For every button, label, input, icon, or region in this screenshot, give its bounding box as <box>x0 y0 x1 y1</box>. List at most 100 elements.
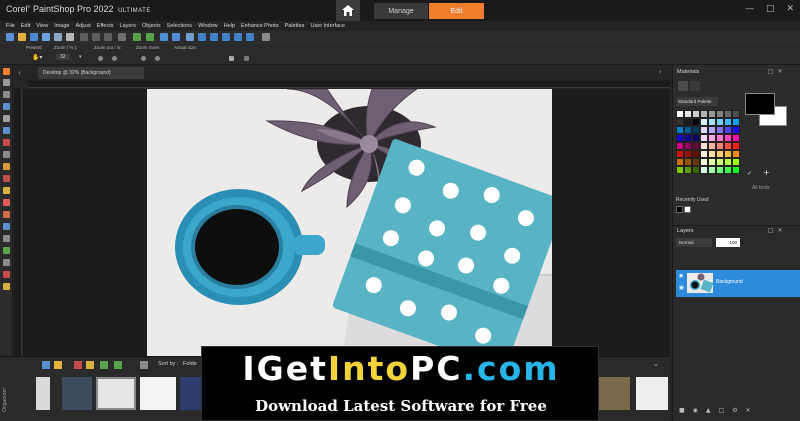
duplicate-icon[interactable]: □ <box>719 407 725 417</box>
frame-mode-icon[interactable] <box>678 81 688 91</box>
rainbow-mode-icon[interactable] <box>690 81 700 91</box>
color-swatch[interactable] <box>716 166 724 174</box>
color-swatch[interactable] <box>724 118 732 126</box>
red-eye-tool-icon[interactable] <box>3 139 10 146</box>
histogram-icon[interactable] <box>246 33 254 41</box>
color-swatch[interactable] <box>732 142 740 150</box>
color-swatch[interactable] <box>708 142 716 150</box>
menu-file[interactable]: File <box>6 23 15 29</box>
color-swatch[interactable] <box>692 134 700 142</box>
mask-icon[interactable]: ◉ <box>693 407 698 417</box>
color-swatch[interactable] <box>700 134 708 142</box>
color-swatch[interactable] <box>724 126 732 134</box>
color-swatch[interactable] <box>676 150 684 158</box>
eraser-tool-icon[interactable] <box>3 199 10 206</box>
redo-organizer-icon[interactable] <box>114 361 122 369</box>
color-swatch[interactable] <box>692 166 700 174</box>
color-swatch[interactable] <box>684 158 692 166</box>
color-swatch[interactable] <box>684 134 692 142</box>
color-swatch[interactable] <box>700 150 708 158</box>
edit-icon[interactable] <box>86 361 94 369</box>
edit-swatch-icon[interactable]: ✓ <box>747 170 752 177</box>
menu-layers[interactable]: Layers <box>120 23 137 29</box>
thumbnail[interactable] <box>36 377 50 410</box>
color-swatch[interactable] <box>724 142 732 150</box>
color-swatch[interactable] <box>692 158 700 166</box>
menu-selections[interactable]: Selections <box>167 23 192 29</box>
color-swatch[interactable] <box>732 126 740 134</box>
color-swatch[interactable] <box>716 134 724 142</box>
dodge-tool-icon[interactable] <box>3 211 10 218</box>
crop-tool-icon[interactable] <box>3 115 10 122</box>
rotate-icon[interactable] <box>210 33 218 41</box>
properties-icon[interactable]: ⚙ <box>732 407 737 417</box>
color-swatch[interactable] <box>676 142 684 150</box>
color-swatch[interactable] <box>700 158 708 166</box>
color-swatch[interactable] <box>716 142 724 150</box>
image-canvas[interactable] <box>147 89 552 356</box>
chevron-right-icon[interactable]: › <box>659 68 662 76</box>
color-swatch[interactable] <box>676 110 684 118</box>
all-tools-checkbox[interactable]: All tools <box>752 185 770 191</box>
color-swatch[interactable] <box>732 134 740 142</box>
paste-icon[interactable] <box>104 33 112 41</box>
color-swatch[interactable] <box>676 166 684 174</box>
minimize-icon[interactable]: □ <box>768 227 778 234</box>
color-swatch[interactable] <box>708 118 716 126</box>
zoom-in-button[interactable] <box>112 56 117 61</box>
chevron-down-icon[interactable]: ⌄ <box>653 360 659 368</box>
recent-color-swatch[interactable] <box>676 206 683 213</box>
menu-palettes[interactable]: Palettes <box>285 23 305 29</box>
color-swatch[interactable] <box>716 158 724 166</box>
group-icon[interactable]: ▲ <box>706 407 711 417</box>
new-layer-icon[interactable]: ■ <box>679 407 685 417</box>
makeover-tool-icon[interactable] <box>3 151 10 158</box>
menu-edit[interactable]: Edit <box>21 23 30 29</box>
color-swatch[interactable] <box>684 150 692 158</box>
straighten-tool-icon[interactable] <box>3 127 10 134</box>
smart-collection-icon[interactable] <box>140 361 148 369</box>
color-swatch[interactable] <box>724 110 732 118</box>
cut-icon[interactable] <box>80 33 88 41</box>
thumbnail[interactable] <box>598 377 630 410</box>
print-icon[interactable] <box>54 33 62 41</box>
resize-icon[interactable] <box>198 33 206 41</box>
color-swatch[interactable] <box>692 110 700 118</box>
color-swatch[interactable] <box>692 142 700 150</box>
color-swatch[interactable] <box>732 158 740 166</box>
color-swatch[interactable] <box>684 110 692 118</box>
color-swatch[interactable] <box>684 126 692 134</box>
document-tab[interactable]: Desktop @ 32% (Background) <box>38 67 144 79</box>
color-swatch[interactable] <box>716 126 724 134</box>
scan-icon[interactable] <box>66 33 74 41</box>
color-swatch[interactable] <box>708 166 716 174</box>
menu-user-interface[interactable]: User Interface <box>310 23 345 29</box>
save-as-icon[interactable] <box>42 33 50 41</box>
close-icon[interactable]: ✕ <box>778 227 787 234</box>
menu-help[interactable]: Help <box>224 23 235 29</box>
color-swatch[interactable] <box>724 134 732 142</box>
minimize-icon[interactable]: □ <box>768 68 778 75</box>
shape-tool-icon[interactable] <box>3 247 10 254</box>
zoom-in-icon[interactable] <box>160 33 168 41</box>
menu-effects[interactable]: Effects <box>97 23 114 29</box>
maximize-icon[interactable]: □ <box>766 4 775 14</box>
color-swatch[interactable] <box>732 110 740 118</box>
color-swatch[interactable] <box>700 142 708 150</box>
menu-image[interactable]: Image <box>54 23 69 29</box>
color-swatch[interactable] <box>700 126 708 134</box>
menu-window[interactable]: Window <box>198 23 218 29</box>
folder-icon[interactable] <box>42 361 50 369</box>
thumbnail[interactable] <box>62 377 92 410</box>
color-swatch[interactable] <box>724 166 732 174</box>
tag-icon[interactable] <box>74 361 82 369</box>
tab-edit[interactable]: Edit <box>429 3 484 19</box>
open-icon[interactable] <box>18 33 26 41</box>
zoom-dropdown-icon[interactable]: ▾ <box>79 54 82 60</box>
art-media-tool-icon[interactable] <box>3 283 10 290</box>
color-swatch[interactable] <box>708 158 716 166</box>
pen-tool-icon[interactable] <box>3 259 10 266</box>
palette-select[interactable]: Standard Palette <box>676 97 718 106</box>
text-tool-icon[interactable] <box>3 223 10 230</box>
zoom-more-out-button[interactable] <box>141 56 146 61</box>
